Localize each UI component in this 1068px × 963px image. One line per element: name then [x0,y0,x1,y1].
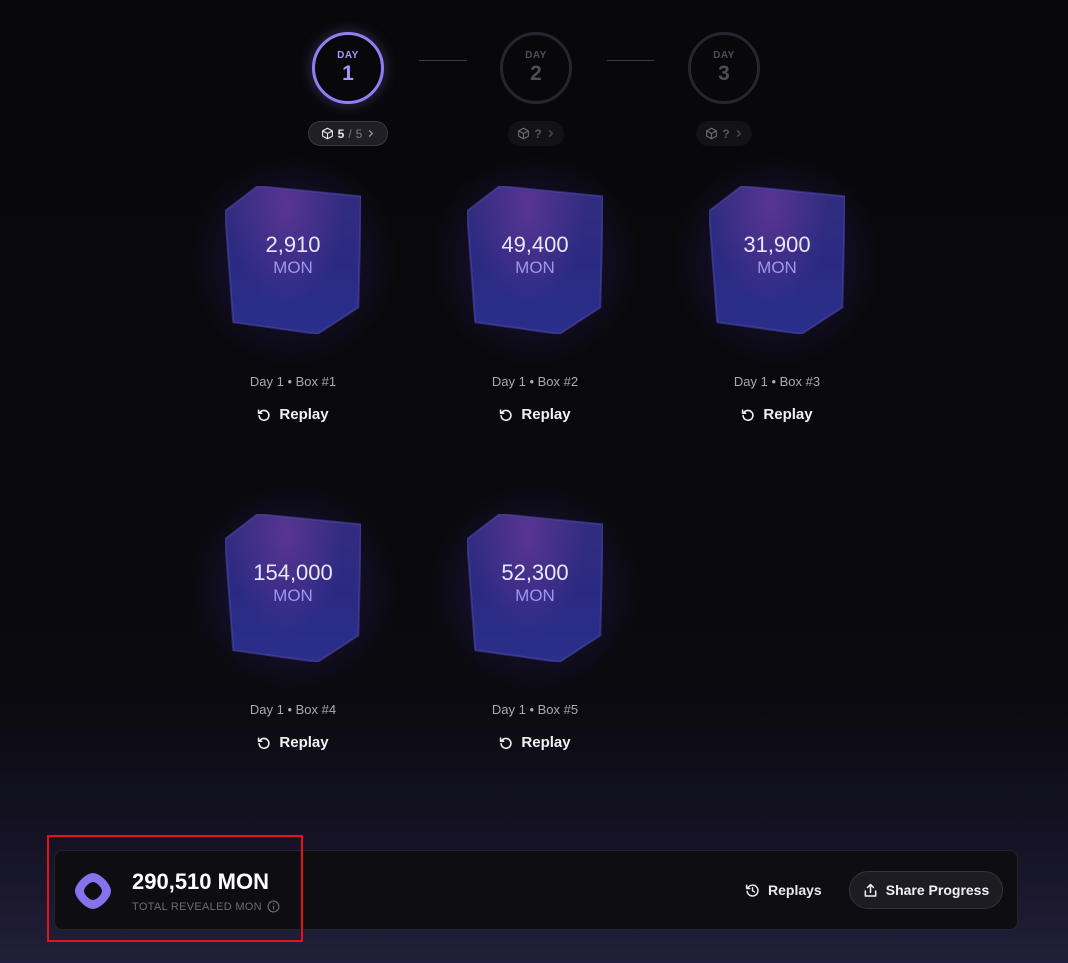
box-reward-value: 49,400 [501,232,569,257]
boxes-opened-count: ? [534,126,542,141]
box-reward-unit: MON [273,586,313,605]
replay-icon [258,408,271,421]
box-caption: Day 1 • Box #1 [249,374,337,389]
box-reward-unit: MON [273,258,313,277]
cube-icon [518,127,530,140]
replay-icon [258,736,271,749]
highlight-box [47,835,303,942]
replay-button[interactable]: Replay [257,406,329,423]
box-caption: Day 1 • Box #5 [491,702,579,717]
boxes-total-count: 5 [355,126,363,141]
day-3-box-count-pill[interactable]: ? [696,121,752,146]
day-3-step[interactable]: DAY 3 [688,32,760,104]
share-progress-button[interactable]: Share Progress [849,871,1003,909]
replay-icon [742,408,755,421]
day-label: DAY [525,50,547,61]
replay-icon [500,736,513,749]
chevron-right-icon [369,129,374,138]
replay-icon [500,408,513,421]
chevron-right-icon [548,129,553,138]
day-number: 1 [342,62,354,85]
day-1-box-count-pill[interactable]: 5 / 5 [308,121,388,146]
box-reward-value: 154,000 [253,560,333,585]
count-separator: / [348,126,352,141]
cube-icon [321,127,333,140]
history-icon [745,883,759,897]
mystery-box-3[interactable]: 31,900 MON Day 1 • Box #3 Replay [672,156,882,427]
box-reward-unit: MON [515,258,555,277]
cube-icon [706,127,718,140]
replays-label: Replays [768,882,822,898]
share-progress-label: Share Progress [885,882,990,898]
box-caption: Day 1 • Box #3 [733,374,821,389]
box-visual: 2,910 MON [188,156,398,366]
day-number: 3 [718,62,730,85]
mystery-box-2[interactable]: 49,400 MON Day 1 • Box #2 Replay [430,156,640,427]
mystery-box-4[interactable]: 154,000 MON Day 1 • Box #4 Replay [188,484,398,755]
replay-button[interactable]: Replay [257,734,329,751]
step-connector [607,60,654,61]
replays-button[interactable]: Replays [745,877,822,903]
day-label: DAY [337,50,359,61]
share-icon [864,883,877,897]
chevron-right-icon [736,129,741,138]
replay-label: Replay [521,734,571,751]
day-1-step[interactable]: DAY 1 [312,32,384,104]
replay-label: Replay [279,406,329,423]
box-visual: 52,300 MON [430,484,640,694]
mystery-box-5[interactable]: 52,300 MON Day 1 • Box #5 Replay [430,484,640,755]
box-reward-value: 31,900 [743,232,811,257]
box-reward-unit: MON [515,586,555,605]
box-reward-value: 2,910 [265,232,321,257]
box-visual: 154,000 MON [188,484,398,694]
replay-button[interactable]: Replay [499,734,571,751]
replay-label: Replay [763,406,813,423]
replay-label: Replay [279,734,329,751]
day-2-step[interactable]: DAY 2 [500,32,572,104]
boxes-opened-count: 5 [337,126,345,141]
box-reward-unit: MON [757,258,797,277]
box-visual: 49,400 MON [430,156,640,366]
boxes-opened-count: ? [722,126,730,141]
box-caption: Day 1 • Box #2 [491,374,579,389]
step-connector [419,60,467,61]
day-number: 2 [530,62,542,85]
box-caption: Day 1 • Box #4 [249,702,337,717]
replay-label: Replay [521,406,571,423]
replay-button[interactable]: Replay [499,406,571,423]
day-label: DAY [713,50,735,61]
box-reward-value: 52,300 [501,560,569,585]
replay-button[interactable]: Replay [741,406,813,423]
mystery-box-1[interactable]: 2,910 MON Day 1 • Box #1 Replay [188,156,398,427]
box-visual: 31,900 MON [672,156,882,366]
day-2-box-count-pill[interactable]: ? [508,121,564,146]
